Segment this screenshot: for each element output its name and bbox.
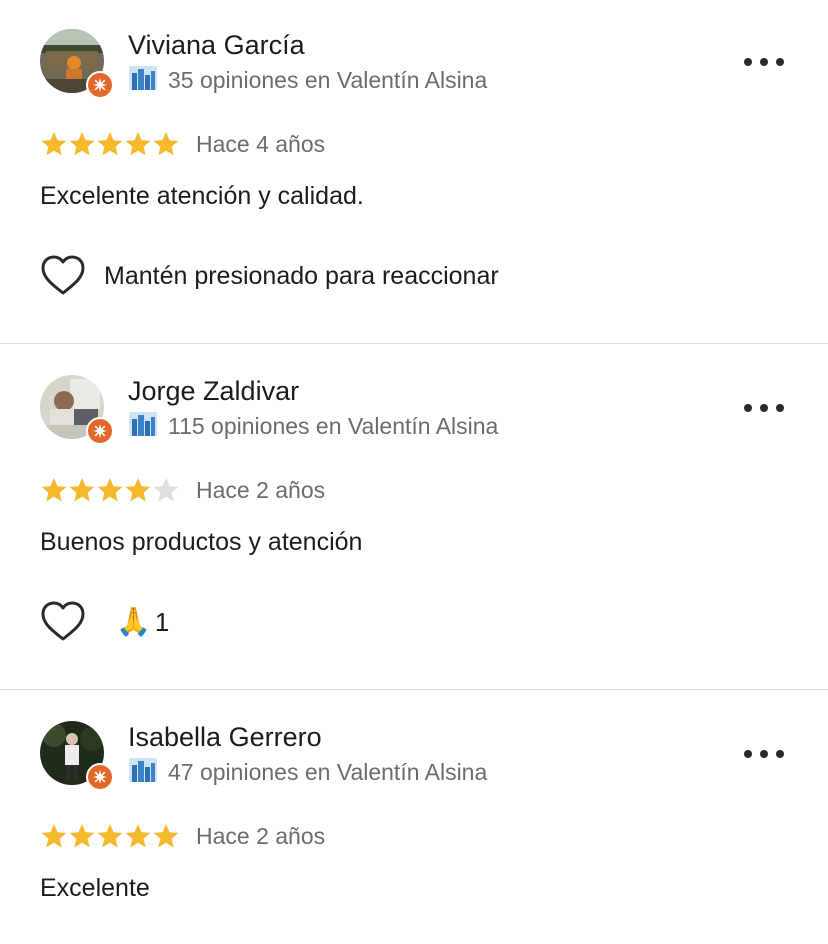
city-icon (128, 757, 158, 788)
more-options-icon[interactable] (744, 744, 784, 764)
star-rating (40, 476, 180, 504)
reviewer-stats: 115 opiniones en Valentín Alsina (168, 412, 499, 439)
review-text: Buenos productos y atención (40, 528, 363, 556)
divider (0, 343, 828, 344)
local-guide-badge-icon (86, 417, 114, 445)
heart-icon[interactable] (40, 600, 86, 644)
star-filled-icon (40, 822, 68, 850)
review-time: Hace 2 años (196, 823, 326, 849)
star-filled-icon (68, 130, 96, 158)
reaction-row: 🙏 1 (40, 600, 169, 644)
more-options-icon[interactable] (744, 398, 784, 418)
reviewer-name[interactable]: Isabella Gerrero (128, 722, 322, 753)
star-filled-icon (96, 130, 124, 158)
star-filled-icon (68, 822, 96, 850)
reaction-count: 1 (154, 606, 170, 637)
reaction-hint[interactable]: Mantén presionado para reaccionar (104, 262, 499, 291)
reaction-row: Mantén presionado para reaccionar (40, 254, 499, 298)
star-filled-icon (96, 822, 124, 850)
star-filled-icon (40, 130, 68, 158)
star-filled-icon (152, 822, 180, 850)
city-icon (128, 411, 158, 442)
star-filled-icon (124, 822, 152, 850)
star-filled-icon (68, 476, 96, 504)
city-icon (128, 65, 158, 96)
reviewer-name[interactable]: Jorge Zaldivar (128, 376, 299, 407)
reviewer-stats: 35 opiniones en Valentín Alsina (168, 66, 488, 93)
local-guide-badge-icon (86, 71, 114, 99)
review-time: Hace 4 años (196, 131, 326, 157)
review-text: Excelente atención y calidad. (40, 182, 364, 210)
reviewer-meta: 35 opiniones en Valentín Alsina (128, 65, 488, 96)
reviewer-stats: 47 opiniones en Valentín Alsina (168, 758, 488, 785)
divider (0, 689, 828, 690)
star-rating (40, 822, 180, 850)
review-time: Hace 2 años (196, 477, 326, 503)
more-options-icon[interactable] (744, 52, 784, 72)
star-filled-icon (152, 130, 180, 158)
review-text: Excelente (40, 874, 150, 902)
local-guide-badge-icon (86, 763, 114, 791)
star-filled-icon (124, 130, 152, 158)
folded-hands-reaction[interactable]: 🙏 (116, 600, 151, 644)
star-empty-icon (152, 476, 180, 504)
avatar[interactable] (40, 29, 114, 99)
reviewer-name[interactable]: Viviana García (128, 30, 305, 61)
avatar[interactable] (40, 721, 114, 791)
reviewer-meta: 115 opiniones en Valentín Alsina (128, 411, 499, 442)
avatar[interactable] (40, 375, 114, 445)
star-rating (40, 130, 180, 158)
reviewer-meta: 47 opiniones en Valentín Alsina (128, 757, 488, 788)
heart-icon[interactable] (40, 254, 86, 298)
star-filled-icon (96, 476, 124, 504)
star-filled-icon (124, 476, 152, 504)
star-filled-icon (40, 476, 68, 504)
